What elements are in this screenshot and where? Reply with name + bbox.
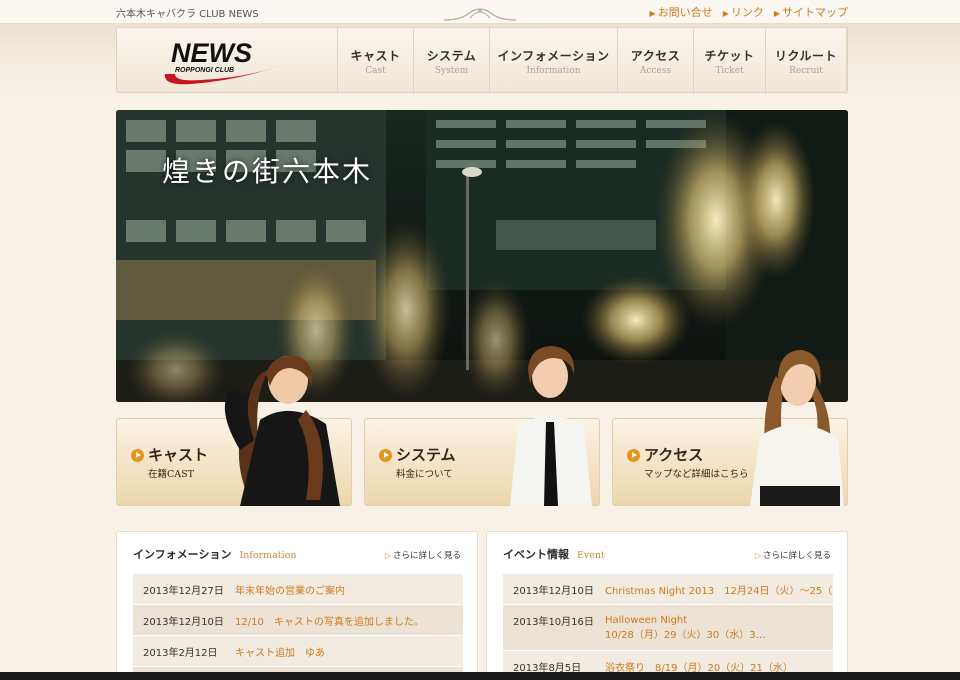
item-title-line2: 10/28（月）29（火）30（水）3… — [605, 630, 766, 641]
nav-sublabel: Access — [639, 65, 672, 76]
window-bottom-edge — [0, 672, 960, 680]
nav-access[interactable]: アクセス Access — [617, 28, 693, 94]
list-item[interactable]: 2013年10月16日 Halloween Night 10/28（月）29（火）3… — [503, 605, 833, 651]
cast-photo — [510, 346, 592, 506]
link-sitemap-label: サイトマップ — [782, 6, 848, 19]
item-date: 2013年10月16日 — [513, 617, 594, 628]
nav-sublabel: Recruit — [789, 65, 823, 76]
item-date: 2013年2月12日 — [143, 647, 218, 659]
link-sitemap[interactable]: ▶ サイトマップ — [774, 4, 848, 20]
play-circle-icon — [627, 449, 640, 462]
more-label: さらに詳しく見る — [392, 551, 461, 561]
event-more-link[interactable]: ▷ さらに詳しく見る — [755, 549, 831, 561]
news-logo[interactable]: NEWS ROPPONGI CLUB — [161, 34, 291, 90]
panel-title-en: Information — [239, 550, 297, 561]
ornament-icon — [443, 8, 517, 21]
nav-sublabel: Cast — [365, 65, 386, 76]
link-contact[interactable]: ▶ お問い合せ — [650, 4, 713, 20]
event-panel-header: イベント情報 Event — [503, 546, 605, 562]
main-nav: キャスト Cast システム System インフォメーション Information… — [337, 28, 847, 94]
top-links: ▶ お問い合せ ▶ リンク ▶ サイトマップ — [650, 4, 848, 20]
arrow-right-icon: ▶ — [722, 9, 729, 18]
nav-information[interactable]: インフォメーション Information — [489, 28, 617, 94]
card-title: システム — [396, 446, 456, 464]
arrow-right-icon: ▶ — [649, 9, 656, 18]
nav-recruit[interactable]: リクルート Recruit — [765, 28, 847, 94]
nav-sublabel: Information — [526, 65, 581, 76]
event-list: 2013年12月10日 Christmas Night 2013 12月24日（火… — [503, 574, 833, 680]
hero-title: 煌きの街六本木 — [162, 155, 373, 188]
item-title-block: Halloween Night 10/28（月）29（火）30（水）3… — [605, 613, 833, 643]
arrow-right-icon: ▷ — [754, 551, 761, 560]
nav-system[interactable]: システム System — [413, 28, 489, 94]
nav-ticket[interactable]: チケット Ticket — [693, 28, 765, 94]
event-panel: イベント情報 Event ▷ さらに詳しく見る 2013年12月10日 Christ… — [486, 531, 848, 680]
link-contact-label: お問い合せ — [657, 6, 713, 19]
card-subtitle: 料金について — [396, 469, 453, 480]
nav-label: アクセス — [630, 48, 681, 63]
play-circle-icon — [131, 449, 144, 462]
site-title: 六本木キャバクラ CLUB NEWS — [116, 9, 259, 20]
item-title: 年末年始の営業のご案内 — [235, 585, 345, 597]
list-item[interactable]: 2013年12月10日 12/10 キャストの写真を追加しました。 — [133, 605, 463, 636]
card-subtitle: マップなど詳細はこちら — [644, 469, 749, 480]
panel-title-en: Event — [577, 550, 605, 561]
info-panel: インフォメーション Information ▷ さらに詳しく見る 2013年12月… — [116, 531, 478, 680]
nav-label: システム — [426, 48, 477, 63]
list-item[interactable]: 2013年12月10日 Christmas Night 2013 12月24日（火… — [503, 574, 833, 605]
nav-cast[interactable]: キャスト Cast — [337, 28, 413, 94]
link-links[interactable]: ▶ リンク — [723, 4, 764, 20]
logo-subtext: ROPPONGI CLUB — [175, 67, 234, 74]
link-links-label: リンク — [730, 6, 764, 19]
arrow-right-icon: ▷ — [384, 551, 391, 560]
item-date: 2013年12月10日 — [513, 585, 594, 597]
cast-photo — [750, 350, 844, 506]
nav-label: チケット — [704, 48, 755, 63]
card-subtitle: 在籍CAST — [148, 469, 194, 480]
nav-label: キャスト — [350, 48, 401, 63]
play-circle-icon — [379, 449, 392, 462]
logo-text: NEWS — [171, 38, 252, 68]
card-title: キャスト — [148, 446, 209, 464]
item-title: Christmas Night 2013 12月24日（火）～25（… — [605, 585, 833, 597]
info-more-link[interactable]: ▷ さらに詳しく見る — [385, 549, 461, 561]
item-title: 12/10 キャストの写真を追加しました。 — [235, 616, 424, 628]
nav-sublabel: System — [434, 65, 469, 76]
top-bar: 六本木キャバクラ CLUB NEWS ▶ お問い合せ ▶ リンク ▶ サイトマップ — [0, 0, 960, 24]
item-date: 2013年12月10日 — [143, 616, 224, 628]
item-date: 2013年12月27日 — [143, 585, 224, 597]
list-item[interactable]: 2013年2月12日 キャスト追加 ゆあ — [133, 636, 463, 667]
more-label: さらに詳しく見る — [762, 551, 831, 561]
nav-label: リクルート — [774, 48, 838, 63]
item-title: Halloween Night — [605, 615, 688, 626]
item-title: キャスト追加 ゆあ — [235, 647, 325, 659]
panel-title: インフォメーション — [133, 548, 232, 561]
info-panel-header: インフォメーション Information — [133, 546, 296, 562]
nav-label: インフォメーション — [497, 48, 610, 63]
nav-sublabel: Ticket — [715, 65, 744, 76]
panel-title: イベント情報 — [503, 548, 569, 561]
info-list: 2013年12月27日 年末年始の営業のご案内 2013年12月10日 12/10 … — [133, 574, 463, 680]
list-item[interactable]: 2013年12月27日 年末年始の営業のご案内 — [133, 574, 463, 605]
header: NEWS ROPPONGI CLUB キャスト Cast システム System イ… — [116, 27, 848, 94]
arrow-right-icon: ▶ — [773, 9, 780, 18]
card-title: アクセス — [644, 446, 704, 464]
cast-photo — [224, 355, 340, 506]
